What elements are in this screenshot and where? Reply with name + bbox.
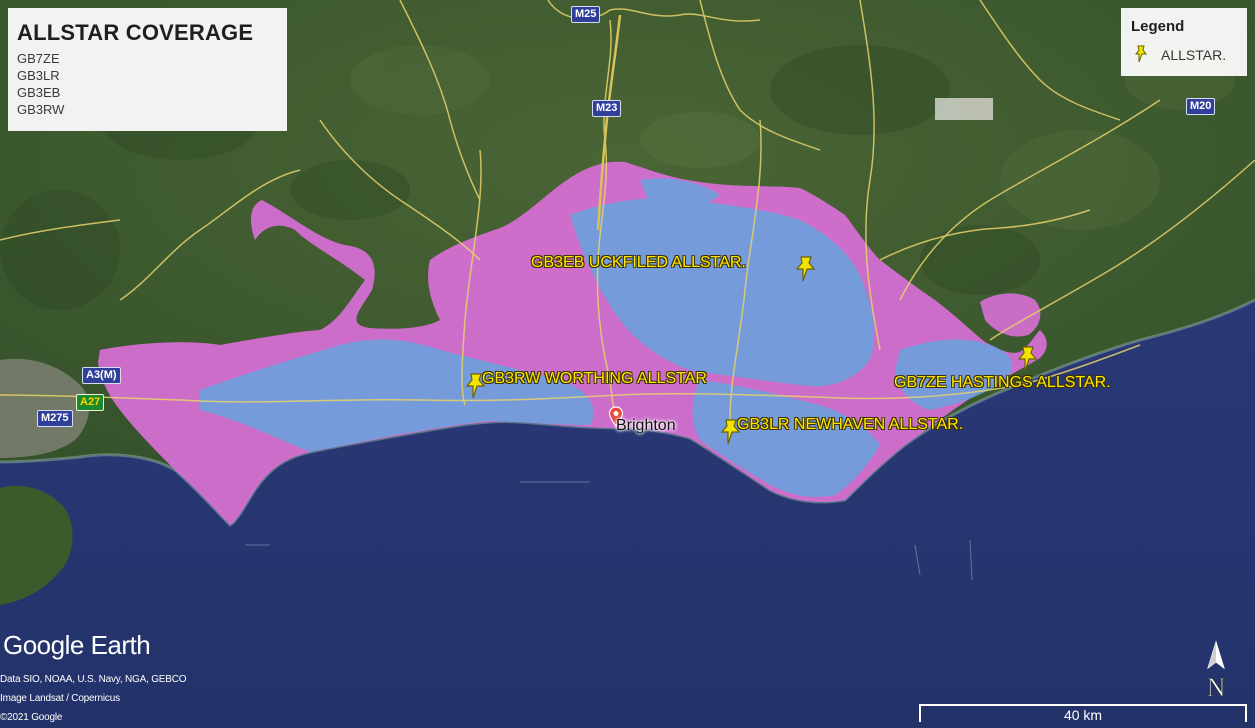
station-list-item[interactable]: GB3EB [17, 84, 287, 101]
station-list: GB7ZE GB3LR GB3EB GB3RW [17, 50, 287, 118]
north-arrow-label: N [1207, 673, 1226, 700]
road-shield-m23: M23 [592, 100, 622, 117]
station-list-item[interactable]: GB3LR [17, 67, 287, 84]
north-arrow-icon[interactable]: N [1200, 640, 1232, 700]
attribution-imagery: Image Landsat / Copernicus [0, 693, 120, 704]
legend-title: Legend [1131, 18, 1185, 35]
legend-entry: ALLSTAR. [1133, 45, 1243, 65]
google-earth-logo: Google Earth [3, 630, 151, 660]
placemark-label-newhaven[interactable]: GB3LR NEWHAVEN ALLSTAR. [737, 416, 963, 434]
road-shield-a27: A27 [76, 394, 105, 411]
quarry [935, 98, 993, 120]
attribution-copyright: ©2021 Google [0, 712, 63, 723]
station-list-item[interactable]: GB7ZE [17, 50, 287, 67]
map-title: ALLSTAR COVERAGE [17, 20, 254, 45]
pushpin-icon[interactable] [794, 255, 818, 283]
road-shield-m275: M275 [37, 410, 73, 427]
road-shield-m25: M25 [571, 6, 601, 23]
legend-panel: Legend ALLSTAR. [1121, 8, 1247, 76]
legend-entry-label: ALLSTAR. [1161, 47, 1227, 63]
attribution-data: Data SIO, NOAA, U.S. Navy, NGA, GEBCO [0, 674, 187, 685]
road-shield-a3m: A3(M) [82, 367, 121, 384]
scale-bar-label: 40 km [1063, 707, 1103, 723]
placemark-label-uckfield[interactable]: GB3EB UCKFILED ALLSTAR. [531, 254, 746, 272]
placemark-label-worthing[interactable]: GB3RW WORTHING ALLSTAR [482, 370, 707, 388]
pushpin-icon[interactable] [1016, 345, 1040, 373]
road-shield-m20: M20 [1186, 98, 1216, 115]
station-list-item[interactable]: GB3RW [17, 101, 287, 118]
placemark-label-hastings[interactable]: GB7ZE HASTINGS ALLSTAR. [894, 374, 1111, 392]
city-label-brighton[interactable]: Brighton [616, 417, 676, 435]
title-panel: ALLSTAR COVERAGE GB7ZE GB3LR GB3EB GB3RW [8, 8, 287, 131]
yellow-pushpin-icon [1135, 45, 1147, 63]
